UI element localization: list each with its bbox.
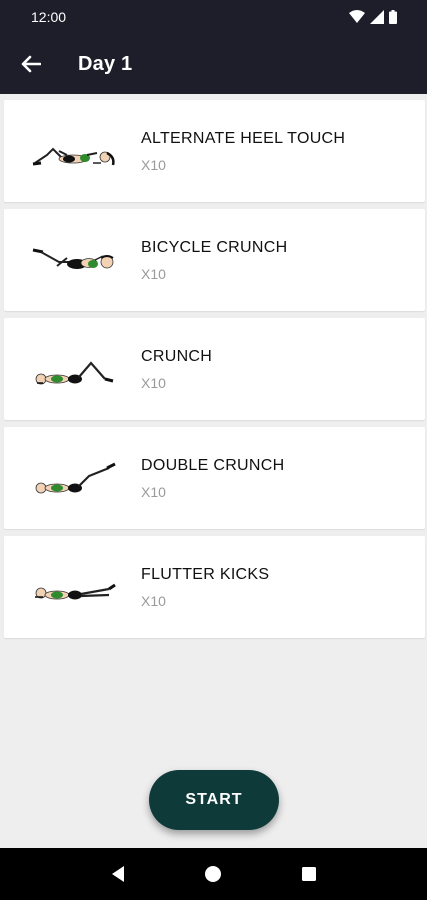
exercise-name: BICYCLE CRUNCH — [141, 238, 288, 256]
app-bar: Day 1 — [0, 34, 427, 94]
crunch-figure-icon — [22, 334, 132, 404]
exercise-name: DOUBLE CRUNCH — [141, 456, 285, 474]
exercise-card-bicycle-crunch[interactable]: BICYCLE CRUNCH X10 — [4, 209, 425, 311]
status-icons — [349, 10, 397, 24]
nav-recents-button[interactable] — [289, 854, 329, 894]
double-crunch-figure-icon — [22, 443, 132, 513]
status-time: 12:00 — [31, 9, 67, 25]
exercise-reps: X10 — [141, 592, 166, 609]
exercise-name: ALTERNATE HEEL TOUCH — [141, 129, 346, 147]
heel-touch-figure-icon — [22, 116, 132, 186]
flutter-kicks-figure-icon — [22, 552, 132, 622]
start-button[interactable]: START — [149, 770, 279, 830]
exercise-reps: X10 — [141, 483, 166, 500]
circle-home-icon — [205, 866, 222, 882]
exercise-name: FLUTTER KICKS — [141, 565, 270, 583]
exercise-card-flutter-kicks[interactable]: FLUTTER KICKS X10 — [4, 536, 425, 638]
arrow-left-icon — [21, 55, 41, 73]
back-button[interactable] — [0, 34, 62, 94]
nav-back-button[interactable] — [98, 854, 138, 894]
wifi-icon — [349, 10, 365, 23]
exercise-list: ALTERNATE HEEL TOUCH X10 BICYCLE CRUNCH … — [4, 100, 425, 645]
exercise-name: CRUNCH — [141, 347, 213, 365]
triangle-back-icon — [111, 866, 124, 882]
square-recents-icon — [302, 867, 317, 881]
signal-icon — [370, 10, 384, 24]
exercise-reps: X10 — [141, 156, 166, 173]
exercise-card-alternate-heel-touch[interactable]: ALTERNATE HEEL TOUCH X10 — [4, 100, 425, 202]
bicycle-crunch-figure-icon — [22, 225, 132, 295]
status-bar: 12:00 — [0, 0, 427, 34]
nav-home-button[interactable] — [193, 854, 233, 894]
exercise-reps: X10 — [141, 374, 166, 391]
system-nav-bar — [0, 848, 427, 900]
battery-icon — [389, 10, 397, 24]
exercise-reps: X10 — [141, 265, 166, 282]
exercise-card-double-crunch[interactable]: DOUBLE CRUNCH X10 — [4, 427, 425, 529]
page-title: Day 1 — [78, 52, 133, 75]
exercise-card-crunch[interactable]: CRUNCH X10 — [4, 318, 425, 420]
